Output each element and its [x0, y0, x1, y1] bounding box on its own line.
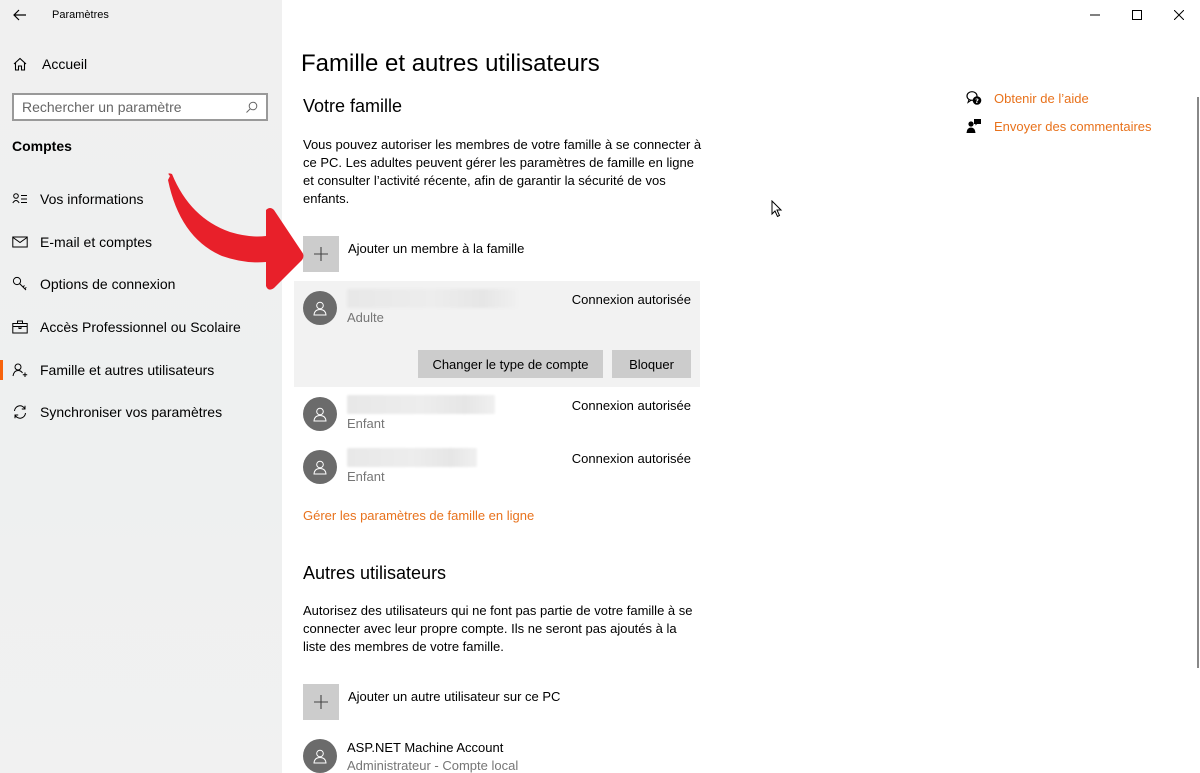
maximize-button[interactable] — [1116, 0, 1158, 30]
key-icon — [12, 276, 28, 292]
other-users-description: Autorisez des utilisateurs qui ne font p… — [303, 603, 693, 654]
search-box[interactable] — [12, 93, 268, 121]
minimize-icon — [1090, 14, 1100, 16]
add-family-member-button[interactable]: Ajouter un membre à la famille — [303, 236, 524, 272]
sidebar-item-label: Options de connexion — [40, 276, 176, 293]
member-role: Enfant — [347, 469, 385, 484]
plus-icon — [303, 684, 339, 720]
annotation-arrow-icon — [168, 173, 304, 290]
member-status: Connexion autorisée — [571, 451, 691, 466]
sidebar-item-synchroniser[interactable]: Synchroniser vos paramètres — [0, 391, 282, 434]
back-button[interactable] — [0, 0, 40, 30]
close-icon — [1174, 10, 1184, 20]
family-description: Vous pouvez autoriser les membres de vot… — [303, 137, 702, 206]
svg-text:?: ? — [975, 97, 979, 105]
other-users-heading: Autres utilisateurs — [303, 563, 447, 583]
add-other-user-button[interactable]: Ajouter un autre utilisateur sur ce PC — [303, 684, 560, 720]
member-name-redacted — [347, 448, 477, 467]
sidebar-item-famille[interactable]: Famille et autres utilisateurs — [0, 348, 282, 391]
add-other-user-label: Ajouter un autre utilisateur sur ce PC — [348, 689, 561, 704]
sidebar-item-acces-pro[interactable]: Accès Professionnel ou Scolaire — [0, 306, 282, 349]
member-name-redacted — [347, 395, 495, 414]
close-button[interactable] — [1158, 0, 1200, 30]
change-account-type-button[interactable]: Changer le type de compte — [418, 350, 603, 378]
home-label: Accueil — [42, 56, 88, 72]
user-icon — [313, 301, 327, 315]
back-arrow-icon — [13, 9, 26, 21]
family-member-row[interactable]: Enfant Connexion autorisée — [294, 389, 700, 439]
search-input[interactable] — [22, 99, 245, 115]
member-status: Connexion autorisée — [571, 292, 691, 307]
user-icon — [313, 749, 327, 763]
feedback-icon — [966, 119, 981, 133]
manage-family-online-link[interactable]: Gérer les paramètres de famille en ligne — [303, 508, 534, 523]
user-role: Administrateur - Compte local — [347, 758, 519, 773]
help-chat-icon: ? — [966, 91, 982, 105]
search-icon[interactable] — [245, 101, 258, 114]
avatar — [303, 450, 337, 484]
avatar — [303, 397, 337, 431]
sidebar: Paramètres Accueil Comptes Vos informati… — [0, 0, 282, 773]
member-status: Connexion autorisée — [571, 398, 691, 413]
user-icon — [313, 407, 327, 421]
home-icon — [13, 57, 27, 71]
person-info-icon — [12, 191, 28, 207]
avatar — [303, 739, 337, 773]
user-name: ASP.NET Machine Account — [347, 740, 504, 755]
member-name-redacted — [347, 289, 517, 308]
minimize-button[interactable] — [1074, 0, 1116, 30]
member-role: Adulte — [347, 310, 384, 325]
sidebar-item-label: Synchroniser vos paramètres — [40, 404, 223, 421]
get-help-link[interactable]: ? Obtenir de l’aide — [966, 90, 1089, 106]
sidebar-item-label: E-mail et comptes — [40, 233, 153, 250]
page-title: Famille et autres utilisateurs — [301, 50, 600, 77]
window-controls — [1074, 0, 1200, 30]
sidebar-item-label: Accès Professionnel ou Scolaire — [40, 319, 241, 336]
block-button[interactable]: Bloquer — [612, 350, 691, 378]
add-person-icon — [12, 362, 28, 378]
mail-icon — [12, 234, 28, 250]
send-feedback-link[interactable]: Envoyer des commentaires — [966, 118, 1152, 134]
scrollbar[interactable] — [1197, 97, 1199, 668]
section-label: Comptes — [12, 138, 72, 154]
main-content: Famille et autres utilisateurs Votre fam… — [282, 0, 1200, 773]
sidebar-item-label: Vos informations — [40, 191, 144, 208]
family-member-row[interactable]: Enfant Connexion autorisée — [294, 442, 700, 492]
title-bar: Paramètres — [0, 0, 282, 30]
add-family-member-label: Ajouter un membre à la famille — [348, 241, 525, 256]
other-user-row[interactable]: ASP.NET Machine Account Administrateur -… — [294, 731, 700, 773]
nav-home[interactable]: Accueil — [0, 50, 282, 78]
maximize-icon — [1132, 10, 1142, 20]
sidebar-item-label: Famille et autres utilisateurs — [40, 361, 215, 378]
briefcase-icon — [12, 319, 28, 335]
send-feedback-label: Envoyer des commentaires — [994, 118, 1152, 134]
app-title: Paramètres — [52, 9, 109, 21]
sync-icon — [12, 404, 28, 420]
member-role: Enfant — [347, 416, 385, 431]
family-heading: Votre famille — [303, 96, 403, 116]
family-member-row[interactable]: Adulte Connexion autorisée Changer le ty… — [294, 281, 700, 387]
user-icon — [313, 460, 327, 474]
get-help-label: Obtenir de l’aide — [994, 90, 1089, 106]
mouse-cursor-icon — [771, 200, 783, 218]
